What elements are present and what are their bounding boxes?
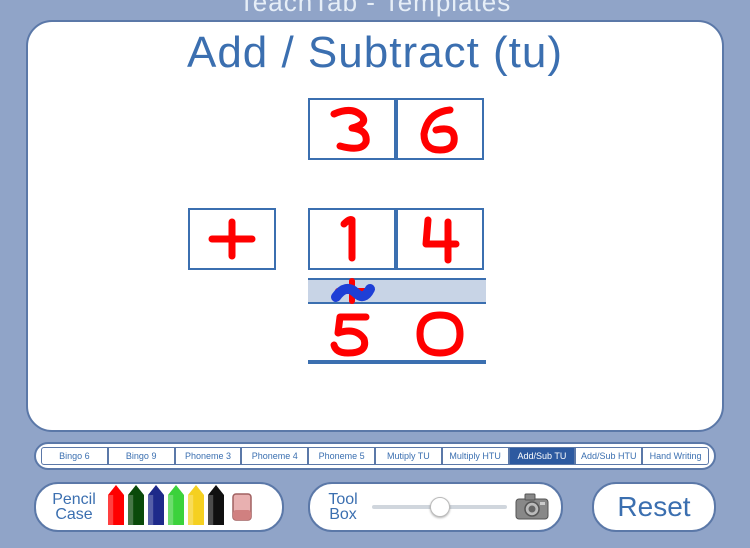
pencil-case-label: Pencil Case [46,492,102,522]
tool-box[interactable]: Tool Box [308,482,563,532]
answer-row[interactable] [308,308,486,364]
tab-multiply-htu[interactable]: Multiply HTU [442,447,509,465]
cell-top-tens[interactable] [308,98,396,160]
tab-mutiply-tu[interactable]: Mutiply TU [375,447,442,465]
tab-bingo-6[interactable]: Bingo 6 [41,447,108,465]
pencil-1e2a8a[interactable] [146,485,166,525]
size-slider[interactable] [372,497,507,517]
tab-hand-writing[interactable]: Hand Writing [642,447,709,465]
worksheet-title: Add / Subtract (tu) [48,28,702,78]
cell-top-units[interactable] [396,98,484,160]
template-tabstrip: Bingo 6Bingo 9Phoneme 3Phoneme 4Phoneme … [34,442,716,470]
ans-tens[interactable] [308,308,396,360]
pencil-3cd23c[interactable] [166,485,186,525]
camera-icon[interactable] [515,493,549,521]
carry-units[interactable] [396,280,484,302]
digit-3 [322,104,382,154]
cell-operator[interactable] [188,208,276,270]
pencil-0a4a0a[interactable] [126,485,146,525]
digit-1 [322,214,382,264]
tab-phoneme-3[interactable]: Phoneme 3 [175,447,242,465]
tool-box-label: Tool Box [322,492,364,522]
digit-5 [322,309,382,359]
pencil-case[interactable]: Pencil Case [34,482,284,532]
plus-sign [202,214,262,264]
tab-add-sub-tu[interactable]: Add/Sub TU [509,447,576,465]
tab-phoneme-5[interactable]: Phoneme 5 [308,447,375,465]
ans-units[interactable] [396,308,484,360]
worksheet-canvas[interactable]: Add / Subtract (tu) [26,20,724,432]
tab-phoneme-4[interactable]: Phoneme 4 [241,447,308,465]
digit-0 [410,309,470,359]
slider-thumb[interactable] [430,497,450,517]
app-title: TeachTab - Templates [0,0,750,20]
digit-4 [410,214,470,264]
pencil-101010[interactable] [206,485,226,525]
problem-grid[interactable] [48,78,702,408]
cell-mid-units[interactable] [396,208,484,270]
tab-bingo-9[interactable]: Bingo 9 [108,447,175,465]
scribble [332,279,372,303]
digit-6 [410,104,470,154]
cell-mid-tens[interactable] [308,208,396,270]
carry-strip[interactable] [308,278,486,304]
eraser-icon[interactable] [230,490,254,524]
reset-button[interactable]: Reset [592,482,716,532]
pencil-ff0000[interactable] [106,485,126,525]
pencil-f5d020[interactable] [186,485,206,525]
carry-tens[interactable] [308,280,396,302]
tab-add-sub-htu[interactable]: Add/Sub HTU [575,447,642,465]
